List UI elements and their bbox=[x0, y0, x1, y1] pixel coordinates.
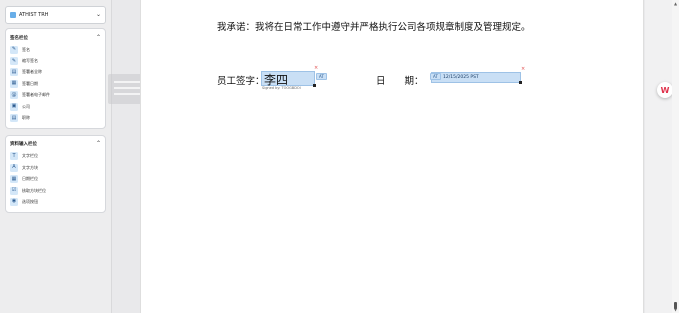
initials-pen-icon: ✎ bbox=[10, 57, 18, 66]
date-field-icon: ▦ bbox=[10, 175, 18, 184]
pen-icon: ✎ bbox=[10, 45, 18, 54]
recipient-name: ATHIST TRH bbox=[19, 12, 49, 18]
signature-caption: Signed by: TOOGBDOI bbox=[262, 86, 301, 90]
document-page: 我承诺：我将在日常工作中遵守并严格执行公司各项规章制度及管理规定。 员工签字： … bbox=[140, 0, 644, 313]
field-item-1[interactable]: A 文字方块 bbox=[10, 162, 101, 173]
date-at-badge[interactable]: AT bbox=[430, 73, 441, 80]
date-label: 日 期： bbox=[376, 76, 424, 87]
signature-panel-title: 签名栏位 bbox=[10, 35, 28, 41]
resize-handle[interactable] bbox=[519, 81, 522, 84]
field-item-6[interactable]: ▤ 职称 bbox=[10, 112, 101, 123]
at-badge[interactable]: AT bbox=[316, 73, 327, 80]
field-item-label: 公司 bbox=[22, 103, 30, 109]
resize-handle[interactable] bbox=[313, 84, 316, 87]
scrollbar-thumb[interactable] bbox=[674, 302, 677, 309]
input-panel-title: 资料输入栏位 bbox=[10, 142, 37, 148]
field-item-3[interactable]: ☑ 核取方块栏位 bbox=[10, 185, 101, 196]
commitment-statement: 我承诺：我将在日常工作中遵守并严格执行公司各项规章制度及管理规定。 bbox=[217, 22, 531, 33]
field-item-label: 日期栏位 bbox=[22, 176, 38, 182]
date-field[interactable]: 12/15/2025 PST bbox=[431, 72, 521, 83]
chevron-down-icon[interactable]: ⌄ bbox=[96, 12, 101, 18]
radio-icon: ◉ bbox=[10, 197, 18, 206]
checkbox-icon: ☑ bbox=[10, 186, 18, 195]
field-item-label: 缩写签名 bbox=[22, 58, 38, 64]
calendar-icon: ▦ bbox=[10, 79, 18, 88]
text-field-icon: T bbox=[10, 152, 18, 161]
field-item-4[interactable]: ◉ 选项按钮 bbox=[10, 196, 101, 207]
field-item-label: 职称 bbox=[22, 115, 30, 121]
employee-signature-label: 员工签字： bbox=[217, 76, 265, 87]
recipient-selector[interactable]: ATHIST TRH ⌄ bbox=[5, 6, 106, 24]
field-item-label: 签署者全称 bbox=[22, 69, 42, 75]
field-item-3[interactable]: ▦ 签署日期 bbox=[10, 78, 101, 89]
field-item-2[interactable]: ▤ 签署者全称 bbox=[10, 67, 101, 78]
chevron-up-icon[interactable]: ⌃ bbox=[96, 34, 101, 41]
signature-field[interactable]: 李四 bbox=[261, 71, 315, 87]
person-name-icon: ▤ bbox=[10, 68, 18, 77]
fields-sidebar: ATHIST TRH ⌄ 签名栏位 ⌃ ✎ 签名 ✎ 缩写签名 ▤ 签署者全称 ▦ 签署日期 @… bbox=[0, 0, 112, 313]
field-item-label: 核取方块栏位 bbox=[22, 187, 46, 193]
vertical-scrollbar[interactable] bbox=[672, 0, 679, 313]
title-icon: ▤ bbox=[10, 114, 18, 123]
text-box-icon: A bbox=[10, 163, 18, 172]
field-item-0[interactable]: ✎ 签名 bbox=[10, 44, 101, 55]
w-logo-button[interactable]: W bbox=[657, 82, 673, 98]
company-icon: ▣ bbox=[10, 102, 18, 111]
at-sign-icon: @ bbox=[10, 91, 18, 100]
field-item-0[interactable]: T 文字栏位 bbox=[10, 151, 101, 162]
field-item-label: 文字方块 bbox=[22, 164, 38, 170]
field-item-2[interactable]: ▦ 日期栏位 bbox=[10, 174, 101, 185]
scroll-up-icon[interactable]: ▲ bbox=[673, 1, 678, 6]
field-item-1[interactable]: ✎ 缩写签名 bbox=[10, 55, 101, 66]
field-item-label: 签署日期 bbox=[22, 80, 38, 86]
signature-fields-panel: 签名栏位 ⌃ ✎ 签名 ✎ 缩写签名 ▤ 签署者全称 ▦ 签署日期 @ 签署者电子邮件 ▣ 公司 ▤ 职称 bbox=[5, 28, 106, 129]
recipient-color-icon bbox=[10, 12, 16, 18]
close-icon[interactable]: × bbox=[314, 66, 318, 71]
field-item-label: 签名 bbox=[22, 46, 30, 52]
date-value: 12/15/2025 PST bbox=[443, 75, 479, 80]
field-item-5[interactable]: ▣ 公司 bbox=[10, 101, 101, 112]
field-item-4[interactable]: @ 签署者电子邮件 bbox=[10, 90, 101, 101]
input-fields-panel: 资料输入栏位 ⌃ T 文字栏位 A 文字方块 ▦ 日期栏位 ☑ 核取方块栏位 ◉ 选项按钮 bbox=[5, 134, 106, 213]
field-item-label: 选项按钮 bbox=[22, 198, 38, 204]
close-icon[interactable]: × bbox=[521, 67, 525, 72]
chevron-up-icon[interactable]: ⌃ bbox=[96, 141, 101, 147]
field-item-label: 签署者电子邮件 bbox=[22, 92, 50, 98]
field-item-label: 文字栏位 bbox=[22, 153, 38, 159]
